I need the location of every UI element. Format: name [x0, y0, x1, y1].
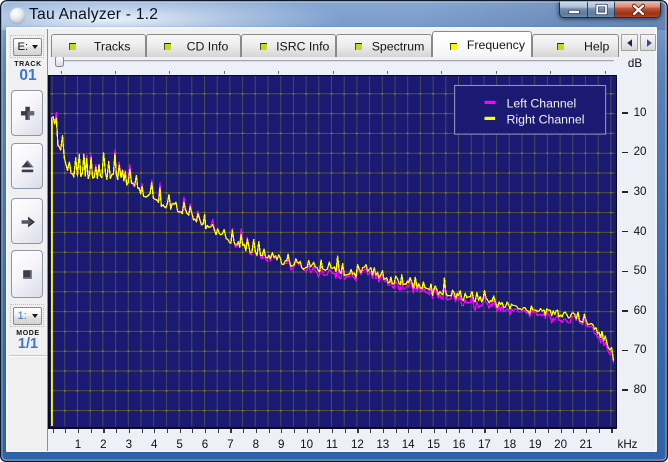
- svg-text:Right Channel: Right Channel: [507, 112, 585, 126]
- svg-text:Left Channel: Left Channel: [507, 96, 577, 110]
